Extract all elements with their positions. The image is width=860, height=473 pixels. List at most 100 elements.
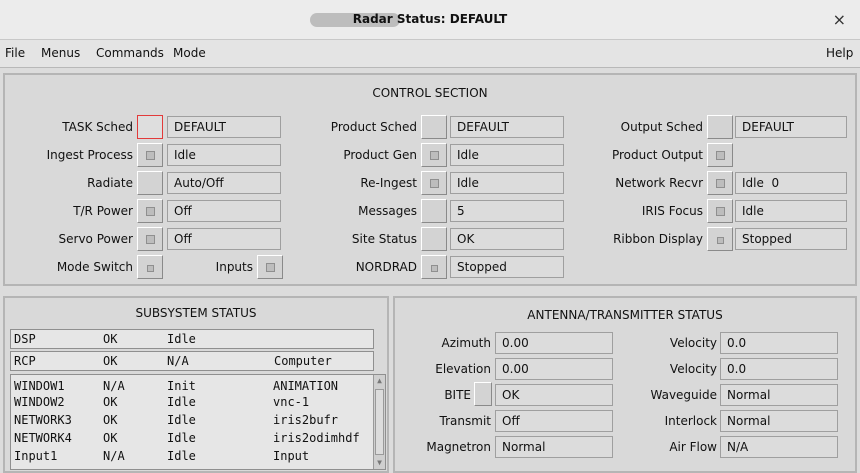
list-item[interactable]: WINDOW2 OK Idle vnc-1 [11, 393, 371, 409]
subsystem-name: RCP [14, 354, 36, 368]
nordrad-value: Stopped [450, 256, 564, 278]
subsystem-status-title: SUBSYSTEM STATUS [135, 306, 257, 320]
product-gen-button[interactable] [421, 143, 447, 167]
ingest-process-button[interactable] [137, 143, 163, 167]
menu-mode[interactable]: Mode [173, 46, 206, 60]
ribbon-display-value: Stopped [735, 228, 847, 250]
radiate-label: Radiate [87, 176, 133, 190]
tr-power-value: Off [167, 200, 281, 222]
inputs-indicator [266, 263, 275, 272]
task-sched-button[interactable] [137, 115, 163, 139]
inputs-label: Inputs [215, 260, 253, 274]
list-item-state: Idle [167, 431, 196, 445]
bite-label: BITE [444, 388, 471, 402]
product-gen-label: Product Gen [343, 148, 417, 162]
list-item[interactable]: NETWORK4 OK Idle iris2odimhdf [11, 429, 371, 445]
title-bar: Radar Status: DEFAULT × [0, 0, 860, 40]
site-status-button[interactable] [421, 227, 447, 251]
iris-focus-label: IRIS Focus [641, 204, 703, 218]
mode-switch-button[interactable] [137, 255, 163, 279]
output-sched-label: Output Sched [620, 120, 703, 134]
iris-focus-button[interactable] [707, 199, 733, 223]
velocity-2-label: Velocity [669, 362, 717, 376]
waveguide-value: Normal [720, 384, 838, 406]
subsystem-list[interactable]: WINDOW1 N/A Init ANIMATION WINDOW2 OK Id… [10, 374, 386, 470]
magnetron-label: Magnetron [426, 440, 491, 454]
menu-file[interactable]: File [5, 46, 25, 60]
tr-power-indicator [146, 207, 155, 216]
bite-value: OK [495, 384, 613, 406]
list-item[interactable]: WINDOW1 N/A Init ANIMATION [11, 377, 371, 393]
interlock-value: Normal [720, 410, 838, 432]
ingest-process-value: Idle [167, 144, 281, 166]
scroll-up-icon[interactable]: ▲ [375, 376, 384, 386]
ingest-process-indicator [146, 151, 155, 160]
control-section-title: CONTROL SECTION [372, 86, 488, 100]
list-item-info: vnc-1 [273, 395, 310, 409]
velocity-value: 0.0 [720, 332, 838, 354]
menu-commands[interactable]: Commands [96, 46, 164, 60]
elevation-value: 0.00 [495, 358, 613, 380]
scroll-thumb[interactable] [375, 389, 384, 455]
product-gen-indicator [430, 151, 439, 160]
close-icon[interactable]: × [833, 10, 846, 29]
tr-power-button[interactable] [137, 199, 163, 223]
air-flow-label: Air Flow [669, 440, 717, 454]
nordrad-indicator [431, 265, 438, 272]
messages-button[interactable] [421, 199, 447, 223]
servo-power-button[interactable] [137, 227, 163, 251]
menu-menus[interactable]: Menus [41, 46, 80, 60]
output-sched-value: DEFAULT [735, 116, 847, 138]
re-ingest-indicator [430, 179, 439, 188]
menu-help[interactable]: Help [826, 46, 853, 60]
mode-switch-indicator [147, 265, 154, 272]
product-output-button[interactable] [707, 143, 733, 167]
list-item-info: Input [273, 449, 310, 463]
re-ingest-label: Re-Ingest [360, 176, 417, 190]
re-ingest-button[interactable] [421, 171, 447, 195]
network-recvr-label: Network Recvr [615, 176, 703, 190]
ingest-process-label: Ingest Process [46, 148, 133, 162]
product-sched-button[interactable] [421, 115, 447, 139]
subsystem-row-rcp[interactable]: RCP OK N/A Computer [10, 351, 374, 371]
subsystem-state: N/A [167, 354, 189, 368]
antenna-transmitter-panel: ANTENNA/TRANSMITTER STATUS Azimuth 0.00 … [393, 296, 857, 473]
ribbon-display-button[interactable] [707, 227, 733, 251]
list-item-info: iris2bufr [273, 413, 339, 427]
list-item-info: iris2odimhdf [273, 431, 360, 445]
list-item-status: OK [103, 431, 118, 445]
mode-switch-label: Mode Switch [56, 260, 133, 274]
subsystem-status-panel: SUBSYSTEM STATUS DSP OK Idle RCP OK N/A … [3, 296, 389, 473]
transmit-label: Transmit [439, 414, 491, 428]
ribbon-display-label: Ribbon Display [613, 232, 703, 246]
list-item-state: Idle [167, 395, 196, 409]
velocity-label: Velocity [669, 336, 717, 350]
servo-power-indicator [146, 235, 155, 244]
site-status-value: OK [450, 228, 564, 250]
bite-button[interactable] [474, 382, 492, 406]
magnetron-value: Normal [495, 436, 613, 458]
network-recvr-value: Idle 0 [735, 172, 847, 194]
subsystem-info: Computer [274, 354, 332, 368]
site-status-label: Site Status [351, 232, 417, 246]
network-recvr-button[interactable] [707, 171, 733, 195]
antenna-status-title: ANTENNA/TRANSMITTER STATUS [527, 308, 723, 322]
radiate-button[interactable] [137, 171, 163, 195]
list-item[interactable]: NETWORK3 OK Idle iris2bufr [11, 411, 371, 427]
output-sched-button[interactable] [707, 115, 733, 139]
list-item-status: N/A [103, 379, 125, 393]
product-sched-value: DEFAULT [450, 116, 564, 138]
product-gen-value: Idle [450, 144, 564, 166]
task-sched-label: TASK Sched [62, 120, 133, 134]
list-item[interactable]: Input1 N/A Idle Input [11, 447, 371, 463]
nordrad-button[interactable] [421, 255, 447, 279]
subsystem-row-dsp[interactable]: DSP OK Idle [10, 329, 374, 349]
list-item-state: Init [167, 379, 196, 393]
scroll-down-icon[interactable]: ▼ [375, 458, 384, 468]
inputs-button[interactable] [257, 255, 283, 279]
menu-bar: File Menus Commands Mode Help [0, 40, 860, 68]
subsystem-scrollbar[interactable]: ▲ ▼ [373, 375, 385, 469]
product-output-label: Product Output [611, 148, 703, 162]
waveguide-label: Waveguide [650, 388, 718, 402]
list-item-name: WINDOW2 [14, 395, 65, 409]
